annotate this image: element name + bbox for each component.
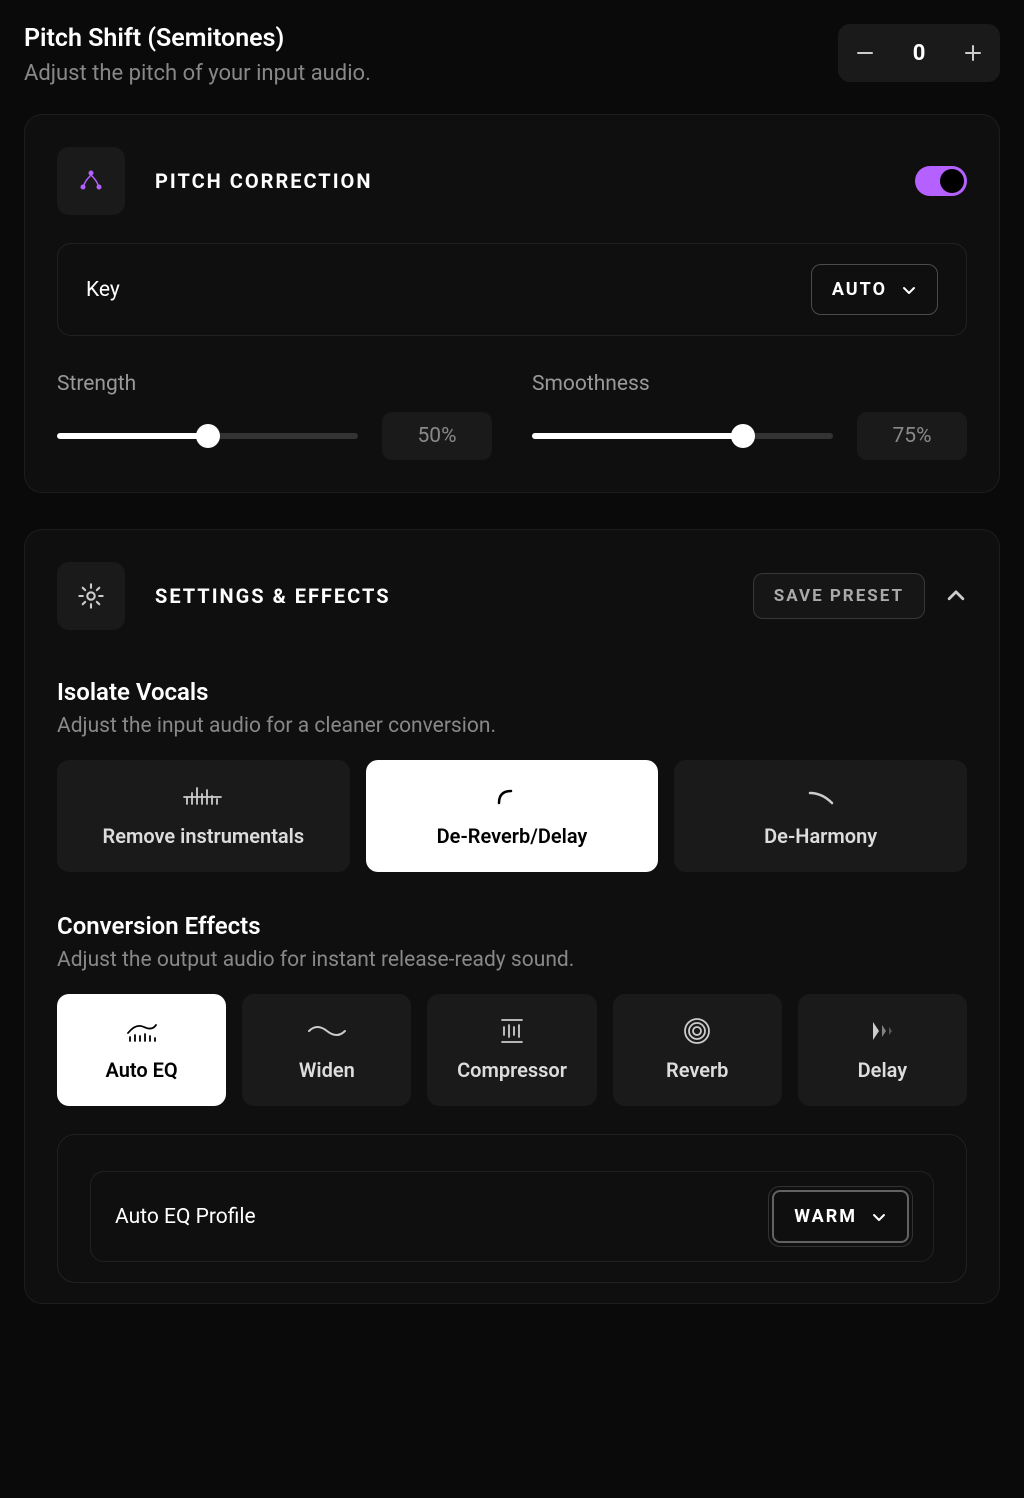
card-label: Reverb <box>666 1058 728 1082</box>
pitch-shift-subtitle: Adjust the pitch of your input audio. <box>24 61 371 86</box>
autoeq-icon <box>124 1019 160 1043</box>
pitch-shift-header: Pitch Shift (Semitones) Adjust the pitch… <box>24 24 1000 86</box>
pitch-decrement-button[interactable] <box>838 24 892 82</box>
conversion-option-compressor[interactable]: Compressor <box>427 994 596 1106</box>
compressor-icon <box>494 1017 530 1045</box>
pitch-correction-title: PITCH CORRECTION <box>155 169 372 193</box>
plus-icon <box>964 44 982 62</box>
save-preset-button[interactable]: SAVE PRESET <box>753 573 925 619</box>
isolate-option-dereverb[interactable]: De-Reverb/Delay <box>366 760 659 872</box>
pitch-increment-button[interactable] <box>946 24 1000 82</box>
key-value: AUTO <box>832 279 887 300</box>
smoothness-slider-group: Smoothness 75% <box>532 372 967 460</box>
pitch-correction-icon-box <box>57 147 125 215</box>
strength-label: Strength <box>57 372 492 396</box>
auto-eq-profile-label: Auto EQ Profile <box>115 1205 256 1229</box>
conversion-option-reverb[interactable]: Reverb <box>613 994 782 1106</box>
card-label: Widen <box>299 1058 355 1082</box>
isolate-vocals-title: Isolate Vocals <box>57 678 967 706</box>
auto-eq-profile-field: Auto EQ Profile WARM <box>90 1171 934 1262</box>
card-label: De-Reverb/Delay <box>437 824 588 848</box>
card-label: Delay <box>858 1058 908 1082</box>
reverb-icon <box>682 1016 712 1046</box>
pitch-correction-panel: PITCH CORRECTION Key AUTO Strength 50% S… <box>24 114 1000 493</box>
pitch-shift-stepper: 0 <box>838 24 1000 82</box>
conversion-effects-subtitle: Adjust the output audio for instant rele… <box>57 948 967 972</box>
delay-icon <box>865 1018 899 1044</box>
chevron-down-icon <box>901 282 917 298</box>
dereverb-icon <box>495 787 529 807</box>
chevron-up-icon[interactable] <box>945 585 967 607</box>
card-label: Auto EQ <box>105 1058 177 1082</box>
chevron-down-icon <box>871 1209 887 1225</box>
settings-icon-box <box>57 562 125 630</box>
pitch-correction-toggle[interactable] <box>915 166 967 196</box>
strength-slider[interactable] <box>57 433 358 439</box>
key-field: Key AUTO <box>57 243 967 336</box>
isolate-option-remove-instrumentals[interactable]: Remove instrumentals <box>57 760 350 872</box>
smoothness-value: 75% <box>857 412 967 460</box>
smoothness-label: Smoothness <box>532 372 967 396</box>
auto-eq-subpanel: Auto EQ Profile WARM <box>57 1134 967 1283</box>
widen-icon <box>305 1021 349 1041</box>
pitch-shift-title: Pitch Shift (Semitones) <box>24 24 371 53</box>
strength-slider-group: Strength 50% <box>57 372 492 460</box>
card-label: De-Harmony <box>764 824 877 848</box>
conversion-option-delay[interactable]: Delay <box>798 994 967 1106</box>
conversion-option-widen[interactable]: Widen <box>242 994 411 1106</box>
settings-effects-title: SETTINGS & EFFECTS <box>155 584 391 608</box>
minus-icon <box>856 44 874 62</box>
smoothness-slider[interactable] <box>532 433 833 439</box>
conversion-effects-title: Conversion Effects <box>57 912 967 940</box>
card-label: Compressor <box>457 1058 567 1082</box>
conversion-option-autoeq[interactable]: Auto EQ <box>57 994 226 1106</box>
pitch-correction-icon <box>77 169 105 193</box>
key-dropdown[interactable]: AUTO <box>811 264 938 315</box>
isolate-vocals-subtitle: Adjust the input audio for a cleaner con… <box>57 714 967 738</box>
auto-eq-profile-value: WARM <box>794 1206 857 1227</box>
key-label: Key <box>86 278 120 302</box>
isolate-option-deharmony[interactable]: De-Harmony <box>674 760 967 872</box>
pitch-value: 0 <box>892 41 946 66</box>
gear-icon <box>77 582 105 610</box>
deharmony-icon <box>804 787 838 807</box>
strength-value: 50% <box>382 412 492 460</box>
remove-instrumentals-icon <box>183 784 223 810</box>
settings-effects-panel: SETTINGS & EFFECTS SAVE PRESET Isolate V… <box>24 529 1000 1304</box>
auto-eq-profile-dropdown[interactable]: WARM <box>772 1190 909 1243</box>
card-label: Remove instrumentals <box>103 824 305 848</box>
